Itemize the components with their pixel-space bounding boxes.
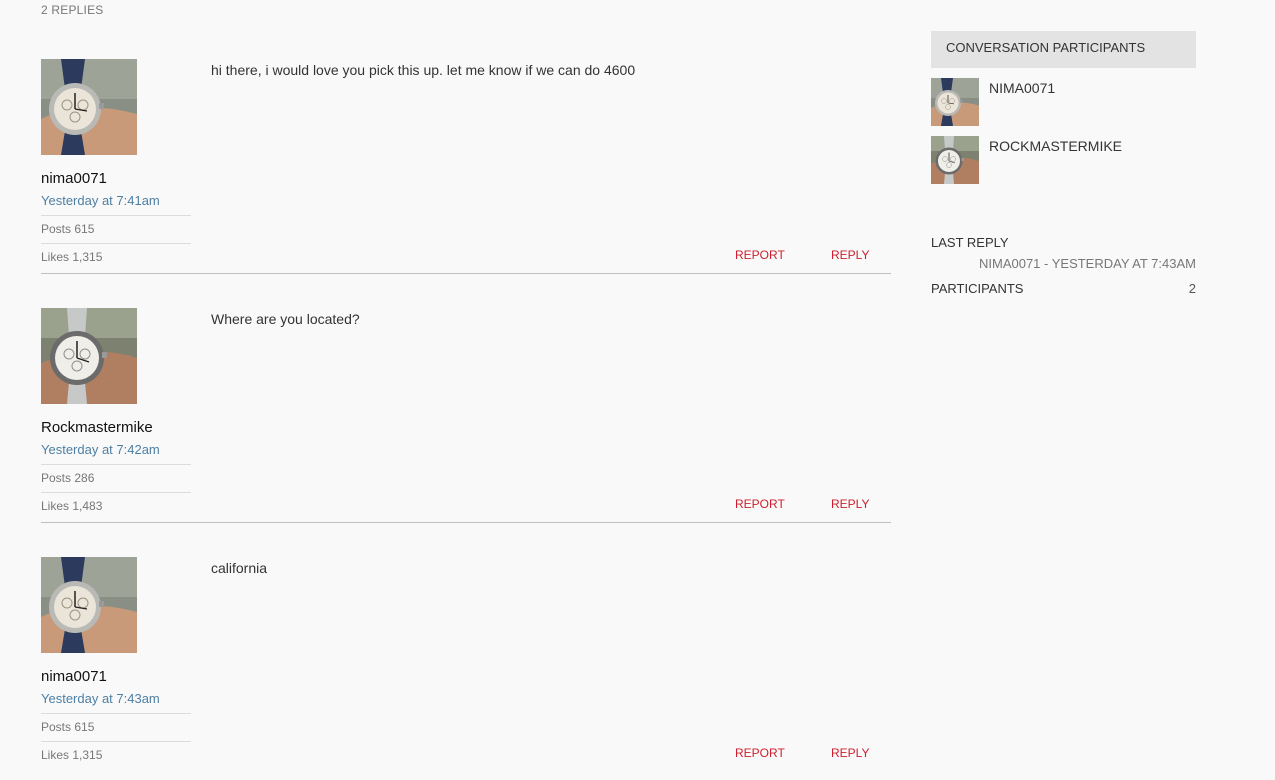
user-likes-count: Likes 1,315 xyxy=(41,243,191,271)
report-button[interactable]: REPORT xyxy=(735,746,785,760)
message-text: hi there, i would love you pick this up.… xyxy=(211,62,636,78)
participants-count: 2 xyxy=(1188,281,1196,296)
message-post: nima0071 Yesterday at 7:43am Posts 615 L… xyxy=(41,557,891,771)
user-avatar[interactable] xyxy=(41,59,137,155)
message-post: nima0071 Yesterday at 7:41am Posts 615 L… xyxy=(41,59,891,274)
participant-name[interactable]: NIMA0071 xyxy=(989,80,1055,96)
post-username[interactable]: nima0071 xyxy=(41,668,107,685)
participant-avatar[interactable] xyxy=(931,78,979,126)
watch-avatar-icon xyxy=(931,78,979,126)
participant-avatar[interactable] xyxy=(931,136,979,184)
participant-item: ROCKMASTERMIKE xyxy=(931,136,1196,184)
message-text: Where are you located? xyxy=(211,311,360,327)
participant-name[interactable]: ROCKMASTERMIKE xyxy=(989,138,1122,154)
last-reply-label: LAST REPLY xyxy=(931,235,1009,250)
last-reply-value[interactable]: NIMA0071 - YESTERDAY AT 7:43AM xyxy=(979,256,1196,271)
user-likes-count: Likes 1,315 xyxy=(41,741,191,769)
post-timestamp[interactable]: Yesterday at 7:43am xyxy=(41,691,160,706)
watch-avatar-icon xyxy=(41,59,137,155)
user-posts-count: Posts 615 xyxy=(41,713,191,741)
replies-count: 2 REPLIES xyxy=(41,3,104,17)
reply-button[interactable]: REPLY xyxy=(831,497,869,511)
participants-label: PARTICIPANTS xyxy=(931,281,1024,296)
watch-avatar-icon xyxy=(41,308,137,404)
participants-header: CONVERSATION PARTICIPANTS xyxy=(931,31,1196,68)
conversation-sidebar: CONVERSATION PARTICIPANTS NIMA0071 ROCKM… xyxy=(931,31,1196,296)
post-username[interactable]: Rockmastermike xyxy=(41,419,153,436)
user-likes-count: Likes 1,483 xyxy=(41,492,191,520)
report-button[interactable]: REPORT xyxy=(735,248,785,262)
user-avatar[interactable] xyxy=(41,308,137,404)
reply-button[interactable]: REPLY xyxy=(831,248,869,262)
watch-avatar-icon xyxy=(41,557,137,653)
message-post: Rockmastermike Yesterday at 7:42am Posts… xyxy=(41,308,891,523)
message-text: california xyxy=(211,560,268,576)
user-avatar[interactable] xyxy=(41,557,137,653)
watch-avatar-icon xyxy=(931,136,979,184)
reply-button[interactable]: REPLY xyxy=(831,746,869,760)
post-timestamp[interactable]: Yesterday at 7:41am xyxy=(41,193,160,208)
post-username[interactable]: nima0071 xyxy=(41,170,107,187)
report-button[interactable]: REPORT xyxy=(735,497,785,511)
user-posts-count: Posts 615 xyxy=(41,215,191,243)
user-posts-count: Posts 286 xyxy=(41,464,191,492)
post-timestamp[interactable]: Yesterday at 7:42am xyxy=(41,442,160,457)
participant-item: NIMA0071 xyxy=(931,78,1196,126)
